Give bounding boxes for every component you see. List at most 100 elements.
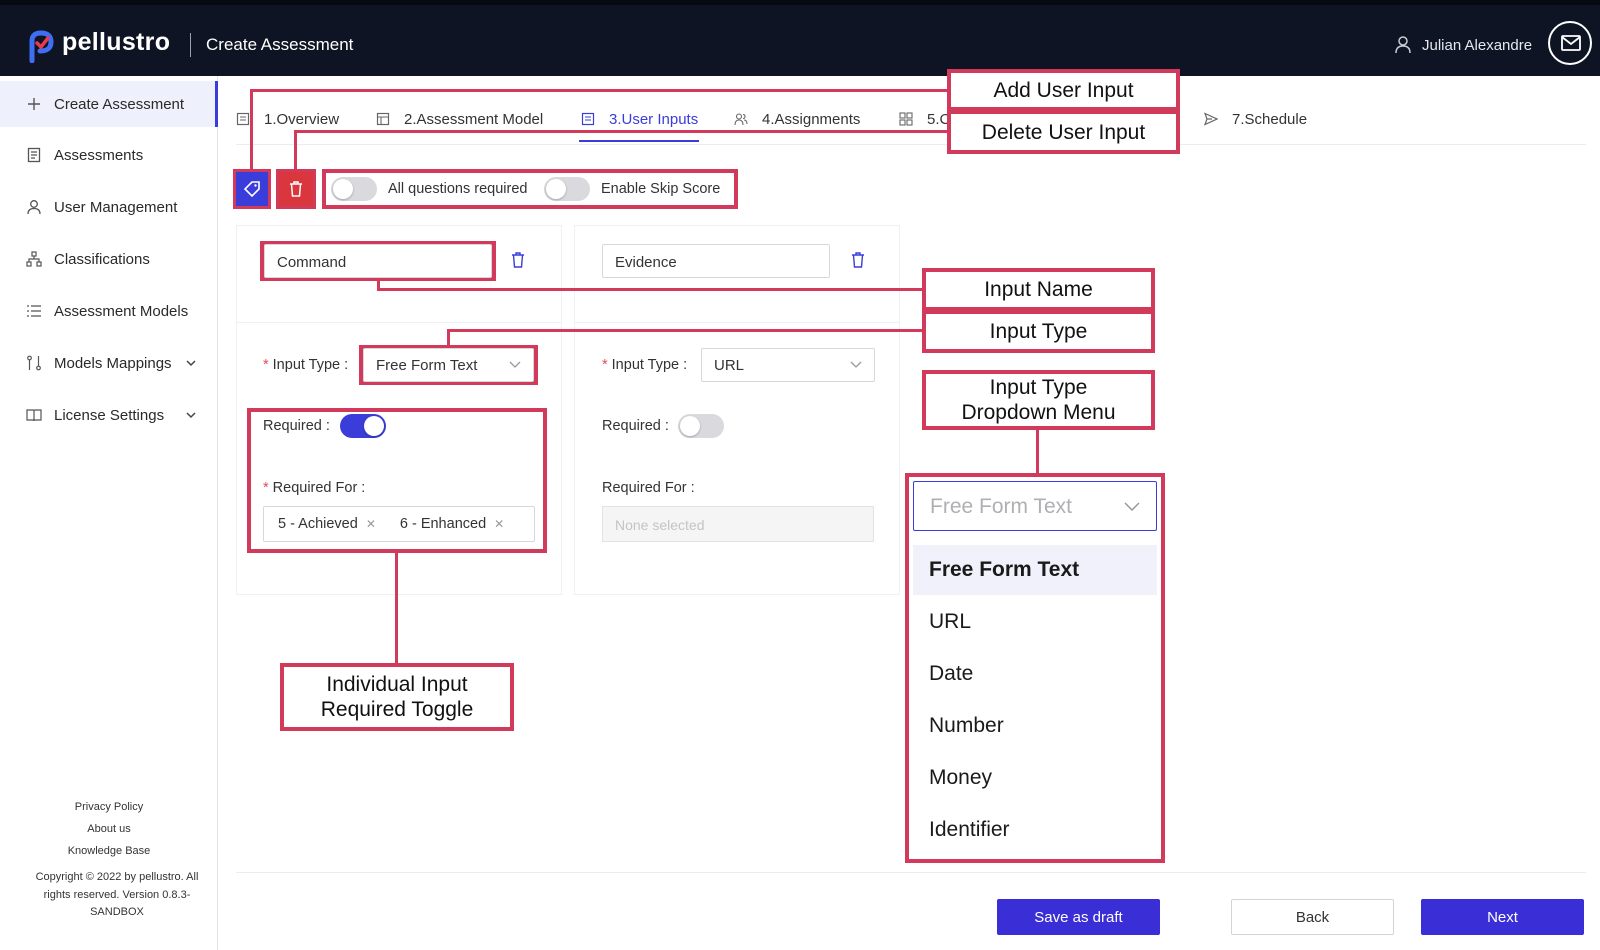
required-for-select-disabled: None selected [602,506,874,542]
dropdown-select[interactable]: Free Form Text [913,481,1157,531]
footer-divider [236,872,1586,873]
input-name-field[interactable]: Command [264,244,492,278]
dropdown-option-date[interactable]: Date [913,649,1157,699]
required-label: Required : [602,418,669,434]
input-type-label: * Input Type : [602,357,688,373]
add-user-input-button[interactable] [236,172,268,206]
annotation-line [447,329,450,345]
tab-label: 7.Schedule [1232,110,1308,128]
dropdown-placeholder: Free Form Text [930,495,1072,518]
trash-icon[interactable] [851,252,865,268]
tab-label: 1.Overview [264,110,340,128]
enable-skip-score-toggle[interactable] [544,177,590,201]
dropdown-option-free-form-text[interactable]: Free Form Text [913,545,1157,595]
document-list-icon [27,147,41,163]
sidebar-item-label: Assessments [54,146,144,164]
annotation-required-toggle: Individual Input Required Toggle [280,663,514,731]
sidebar-item-classifications[interactable]: Classifications [0,236,218,282]
sidebar-item-assessment-models[interactable]: Assessment Models [0,288,218,334]
annotation-line [250,89,947,92]
pellustro-logo-icon[interactable] [26,29,56,63]
required-toggle[interactable] [678,414,724,438]
copyright-text: Copyright © 2022 by pellustro. All right… [35,871,199,918]
input-name-field[interactable]: Evidence [602,244,830,278]
mail-icon [1561,35,1581,51]
send-icon [1204,112,1218,126]
all-questions-required-toggle[interactable] [331,177,377,201]
header-divider [190,33,191,57]
grid-icon [899,112,913,126]
annotation-line [447,329,922,332]
annotation-line [377,281,380,291]
chevron-down-icon [850,361,862,368]
back-button[interactable]: Back [1231,899,1394,935]
plus-icon [28,98,40,110]
all-questions-required-label: All questions required [388,181,528,197]
tab-step-5[interactable]: 5.C [899,107,950,131]
input-type-label: * Input Type : [263,357,349,373]
step-tabs: 1.Overview 2.Assessment Model 3.User Inp… [236,95,1586,145]
sidebar-item-models-mappings[interactable]: Models Mappings [0,340,218,386]
brand-name[interactable]: pellustro [62,28,170,57]
tag-remove-icon[interactable]: ✕ [494,517,504,531]
dropdown-option-number[interactable]: Number [913,701,1157,751]
sidebar-item-license-settings[interactable]: License Settings [0,392,218,438]
input-type-select[interactable]: URL [701,348,875,382]
tab-assessment-model[interactable]: 2.Assessment Model [376,107,543,131]
tab-label: 3.User Inputs [609,110,699,128]
delete-user-input-button[interactable] [279,172,313,206]
enable-skip-score-label: Enable Skip Score [601,181,721,197]
privacy-policy-link[interactable]: Privacy Policy [0,796,218,818]
form-icon [581,112,595,126]
required-for-tag: 5 - Achieved ✕ [270,511,384,537]
knowledge-base-link[interactable]: Knowledge Base [0,840,218,862]
page-title: Create Assessment [206,35,354,54]
mapping-icon [27,355,41,371]
mail-button[interactable] [1548,21,1592,65]
annotation-line [250,89,253,169]
document-icon [236,112,250,126]
user-icon [27,200,41,215]
tab-user-inputs[interactable]: 3.User Inputs [581,107,698,131]
tab-schedule[interactable]: 7.Schedule [1204,107,1307,131]
save-as-draft-button[interactable]: Save as draft [997,899,1160,935]
annotation-add-user-input: Add User Input [947,69,1180,111]
required-for-label: * Required For : [263,480,366,496]
required-for-label: Required For : [602,480,695,496]
dropdown-option-url[interactable]: URL [913,597,1157,647]
tag-remove-icon[interactable]: ✕ [366,517,376,531]
input-type-select[interactable]: Free Form Text [363,348,534,382]
annotation-line [395,553,398,664]
sidebar: Create Assessment Assessments User Manag… [0,76,218,950]
sidebar-item-user-management[interactable]: User Management [0,184,218,230]
required-for-select[interactable]: 5 - Achieved ✕ 6 - Enhanced ✕ [263,506,535,542]
annotation-delete-user-input: Delete User Input [947,110,1180,154]
sidebar-item-assessments[interactable]: Assessments [0,132,218,178]
trash-icon[interactable] [511,252,525,268]
tab-assignments[interactable]: 4.Assignments [734,107,860,131]
sidebar-item-label: License Settings [54,406,165,424]
sidebar-item-label: Create Assessment [54,95,185,113]
next-button[interactable]: Next [1421,899,1584,935]
annotation-input-type-dropdown: Input Type Dropdown Menu [922,370,1155,430]
sidebar-item-label: Assessment Models [54,302,189,320]
dropdown-option-identifier[interactable]: Identifier [913,805,1157,855]
sidebar-item-create-assessment[interactable]: Create Assessment [0,81,218,127]
annotation-line [1036,430,1039,473]
active-tab-indicator [579,140,699,142]
dropdown-option-money[interactable]: Money [913,753,1157,803]
sidebar-item-label: User Management [54,198,178,216]
top-bar: pellustro Create Assessment Julian Alexa… [0,0,1600,76]
user-name[interactable]: Julian Alexandre [1422,37,1532,54]
book-icon [26,409,42,422]
required-toggle[interactable] [340,414,386,438]
chevron-down-icon [509,361,521,368]
annotation-line [377,288,922,291]
about-us-link[interactable]: About us [0,818,218,840]
tag-icon [243,181,260,198]
chevron-down-icon [186,412,196,419]
sidebar-item-label: Classifications [54,250,150,268]
input-type-value: URL [714,357,745,374]
users-icon [734,113,748,126]
user-icon [1395,36,1411,54]
